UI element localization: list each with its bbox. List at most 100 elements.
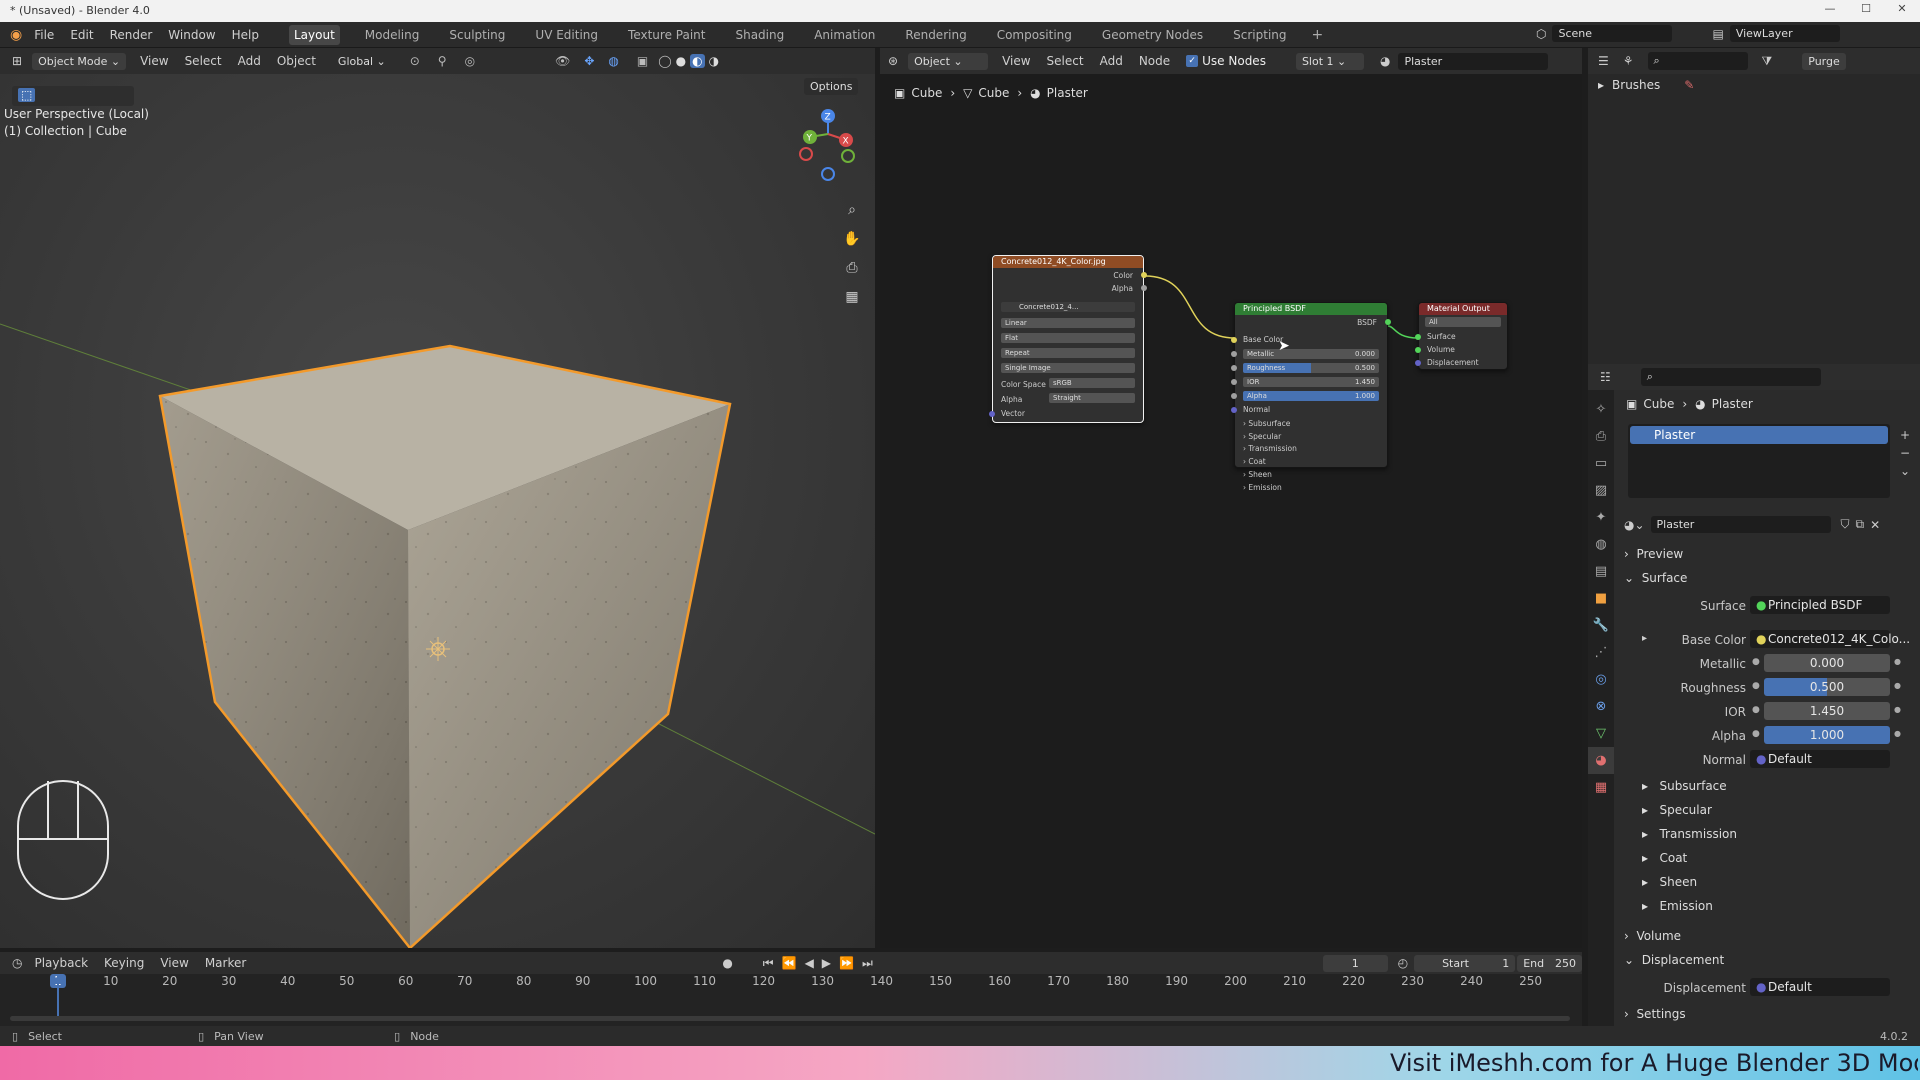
material-tab-icon[interactable]: ◕ — [1588, 747, 1614, 774]
source-dropdown[interactable]: Single Image — [1001, 363, 1135, 373]
panel-surface[interactable]: ⌄ Surface — [1614, 568, 1920, 590]
alpha-keyframe-icon[interactable]: ● — [1894, 729, 1901, 738]
fake-user-icon[interactable]: ⛉ — [1841, 517, 1850, 532]
metallic-socket-icon[interactable]: ● — [1752, 657, 1760, 667]
view-layer-icon[interactable]: ▤ — [1712, 27, 1723, 41]
slot-dropdown[interactable]: Slot 1 ⌄ — [1295, 52, 1364, 70]
vector-socket[interactable] — [989, 411, 995, 417]
bsdf-panel-specular[interactable]: › Specular — [1243, 431, 1297, 444]
scene-field[interactable]: Scene — [1552, 25, 1673, 42]
menu-window[interactable]: Window — [168, 28, 215, 42]
node-menu-view[interactable]: View — [1002, 54, 1030, 68]
projection-dropdown[interactable]: Flat — [1001, 333, 1135, 343]
timeline-scrollbar[interactable] — [10, 1016, 1570, 1021]
bsdf-panel-coat[interactable]: › Coat — [1243, 456, 1297, 469]
scene-tab-icon[interactable]: ✦ — [1588, 504, 1614, 531]
tab-geometry-nodes[interactable]: Geometry Nodes — [1097, 25, 1208, 45]
roughness-socket-icon[interactable]: ● — [1752, 681, 1760, 691]
purge-button[interactable]: Purge — [1802, 52, 1846, 70]
blender-logo-icon[interactable]: ◉ — [10, 27, 22, 43]
current-frame-field[interactable]: 1 — [1322, 954, 1388, 972]
next-key-icon[interactable]: ⏩ — [839, 956, 854, 970]
particles-tab-icon[interactable]: ⋰ — [1588, 639, 1614, 666]
alpha-socket[interactable] — [1231, 393, 1237, 399]
subpanel-specular[interactable]: ▸ Specular — [1642, 798, 1737, 822]
add-workspace-icon[interactable]: + — [1312, 27, 1324, 43]
normal-field[interactable]: ● Default — [1750, 750, 1890, 768]
base-color-expand-icon[interactable]: ▸ — [1642, 633, 1647, 644]
image-file-field[interactable]: Concrete012_4... — [1001, 302, 1135, 312]
bsdf-out-socket[interactable] — [1385, 319, 1391, 325]
timeline-type-icon[interactable]: ◷ — [12, 956, 22, 970]
ior-prop-field[interactable]: 1.450 — [1764, 702, 1890, 720]
constraints-tab-icon[interactable]: ⊗ — [1588, 693, 1614, 720]
image-color-socket[interactable] — [1141, 272, 1147, 278]
viewport-menu-select[interactable]: Select — [185, 54, 222, 68]
jump-end-icon[interactable]: ⏭ — [862, 956, 873, 971]
alpha-prop-field[interactable]: 1.000 — [1764, 726, 1890, 744]
outliner-search[interactable]: ⌕ — [1647, 52, 1748, 70]
overlay-icon[interactable]: ◍ — [608, 54, 618, 68]
menu-file[interactable]: File — [34, 28, 54, 42]
subpanel-subsurface[interactable]: ▸ Subsurface — [1642, 774, 1737, 798]
proportional-icon[interactable]: ◎ — [465, 54, 475, 68]
properties-search[interactable]: ⌕ — [1640, 368, 1821, 386]
zoom-icon[interactable]: ⌕ — [840, 196, 864, 225]
minimize-icon[interactable]: — — [1812, 2, 1848, 20]
roughness-field[interactable]: Roughness 0.500 — [1243, 363, 1379, 373]
node-menu-select[interactable]: Select — [1047, 54, 1084, 68]
playhead[interactable] — [57, 976, 59, 1020]
maximize-icon[interactable]: ☐ — [1848, 2, 1884, 20]
orientation-dropdown[interactable]: Global ⌄ — [332, 53, 392, 70]
gizmo-toggle-icon[interactable]: ✥ — [584, 54, 594, 68]
tab-layout[interactable]: Layout — [288, 24, 340, 45]
tab-modeling[interactable]: Modeling — [360, 25, 425, 45]
viewport-options-button[interactable]: Options — [804, 78, 859, 95]
surface-shader-field[interactable]: ● Principled BSDF — [1750, 596, 1890, 614]
properties-editor[interactable]: ▣ Cube › ◕ Plaster Plaster + − ⌄ ◕⌄ Plas… — [1614, 390, 1920, 1026]
material-slot-item[interactable]: Plaster — [1630, 426, 1888, 444]
viewport-menu-object[interactable]: Object — [277, 54, 316, 68]
material-browse-icon[interactable]: ◕⌄ — [1624, 518, 1645, 532]
xray-icon[interactable]: ▣ — [637, 54, 648, 68]
shading-wire-icon[interactable]: ◯ — [658, 54, 671, 68]
node-editor[interactable]: ▣ Cube › ▽ Cube › ◕ Plaster Concrete012_… — [880, 74, 1582, 948]
duplicate-material-icon[interactable]: ⧉ — [1856, 517, 1865, 532]
world-tab-icon[interactable]: ◍ — [1588, 531, 1614, 558]
prev-key-icon[interactable]: ⏪ — [782, 956, 797, 970]
metallic-prop-field[interactable]: 0.000 — [1764, 654, 1890, 672]
ior-socket[interactable] — [1231, 379, 1237, 385]
roughness-keyframe-icon[interactable]: ● — [1894, 681, 1901, 690]
panel-preview[interactable]: › Preview — [1614, 544, 1920, 566]
ior-field[interactable]: IOR 1.450 — [1243, 377, 1379, 387]
data-tab-icon[interactable]: ▽ — [1588, 720, 1614, 747]
base-color-field[interactable]: ● Concrete012_4K_Colo... — [1750, 630, 1910, 648]
alpha-mode-dropdown[interactable]: Straight — [1049, 393, 1135, 403]
slot-menu-icon[interactable]: ⌄ — [1900, 462, 1910, 480]
viewport-menu-view[interactable]: View — [140, 54, 168, 68]
alpha-socket-icon[interactable]: ● — [1752, 729, 1760, 739]
bsdf-panel-subsurface[interactable]: › Subsurface — [1243, 418, 1297, 431]
image-alpha-socket[interactable] — [1141, 285, 1147, 291]
volume-socket[interactable] — [1415, 347, 1421, 353]
color-space-dropdown[interactable]: sRGB — [1049, 378, 1135, 388]
image-texture-node[interactable]: Concrete012_4K_Color.jpg Color Alpha Con… — [989, 255, 1147, 423]
output-tab-icon[interactable]: ▭ — [1588, 450, 1614, 477]
timer-icon[interactable]: ◴ — [1398, 956, 1408, 970]
record-icon[interactable]: ● — [722, 956, 732, 970]
principled-bsdf-node[interactable]: Principled BSDF BSDF Base Color Metallic… — [1231, 302, 1391, 492]
outliner-row-brushes[interactable]: ▸ Brushes ✎ — [1598, 78, 1694, 92]
use-nodes-checkbox[interactable]: ✓ — [1186, 55, 1199, 67]
displacement-socket[interactable] — [1415, 360, 1421, 366]
menu-render[interactable]: Render — [110, 28, 153, 42]
bsdf-panel-transmission[interactable]: › Transmission — [1243, 443, 1297, 456]
editor-type-icon[interactable]: ⊞ — [12, 54, 22, 68]
tab-animation[interactable]: Animation — [809, 25, 880, 45]
remove-slot-icon[interactable]: − — [1900, 444, 1910, 462]
timeline-menu-view[interactable]: View — [160, 956, 188, 970]
play-reverse-icon[interactable]: ◀ — [805, 956, 814, 970]
start-frame-field[interactable]: Start 1 — [1414, 954, 1516, 972]
bsdf-node-title[interactable]: Principled BSDF — [1235, 303, 1387, 315]
pivot-icon[interactable]: ⊙ — [410, 54, 420, 68]
timeline-menu-playback[interactable]: Playback — [34, 956, 88, 970]
